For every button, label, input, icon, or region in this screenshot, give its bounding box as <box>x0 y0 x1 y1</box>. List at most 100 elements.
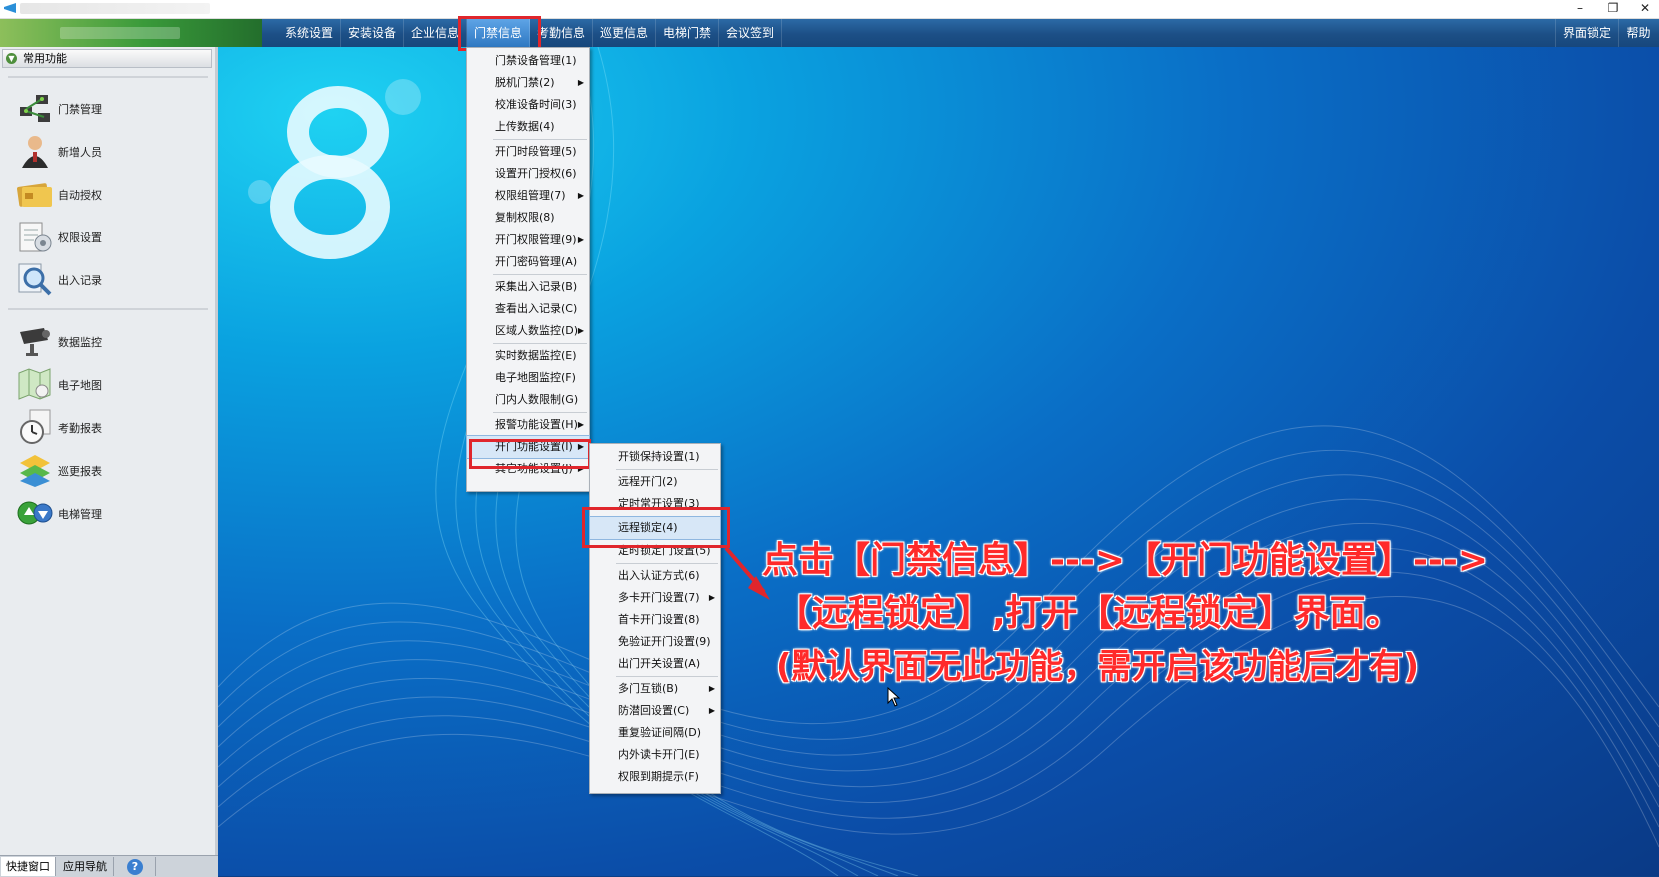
menu-item-label: 权限到期提示(F) <box>618 770 699 783</box>
menu-item-permission-group[interactable]: 权限组管理(7) ▶ <box>467 185 589 207</box>
menu-system-settings[interactable]: 系统设置 <box>278 19 341 47</box>
menu-item-copy-permission[interactable]: 复制权限(8) <box>467 207 589 229</box>
menu-item-label: 出门开关设置(A) <box>618 657 701 670</box>
tab-quick-window[interactable]: 快捷窗口 <box>1 857 56 876</box>
menu-lock-interface[interactable]: 界面锁定 <box>1555 19 1619 47</box>
menu-item-view-records[interactable]: 查看出入记录(C) <box>467 298 589 320</box>
menu-item-in-out-reader[interactable]: 内外读卡开门(E) <box>590 744 720 766</box>
sidebar-item-label: 考勤报表 <box>58 422 102 435</box>
menu-item-label: 实时数据监控(E) <box>495 349 577 362</box>
clock-icon <box>20 409 51 444</box>
sidebar-item-auto-authorize[interactable]: 自动授权 <box>14 175 204 215</box>
menu-item-calibrate-time[interactable]: 校准设备时间(3) <box>467 94 589 116</box>
open-function-submenu: 开锁保持设置(1) 远程开门(2) 定时常开设置(3) 远程锁定(4) 定时锁定… <box>589 443 721 794</box>
sidebar-item-elevator-management[interactable]: 电梯管理 <box>14 494 204 534</box>
menu-item-realtime-monitor[interactable]: 实时数据监控(E) <box>467 345 589 367</box>
close-button[interactable]: ✕ <box>1630 0 1659 18</box>
menu-item-exit-switch[interactable]: 出门开关设置(A) <box>590 653 720 675</box>
sidebar-divider <box>8 308 208 310</box>
collapse-icon: ▼ <box>6 53 17 64</box>
menu-item-first-card[interactable]: 首卡开门设置(8) <box>590 609 720 631</box>
app-icon <box>4 3 16 13</box>
menu-item-label: 免验证开门设置(9) <box>618 635 711 648</box>
submenu-arrow-icon: ▶ <box>577 191 584 200</box>
restore-button[interactable]: ❐ <box>1598 0 1628 18</box>
menu-item-area-count-monitor[interactable]: 区域人数监控(D) ▶ <box>467 320 589 342</box>
menu-item-auth-mode[interactable]: 出入认证方式(6) <box>590 565 720 587</box>
magnifier-icon <box>18 263 52 296</box>
desktop-background <box>218 47 1659 876</box>
instruction-line-3: (默认界面无此功能，需开启该功能后才有) <box>776 647 1420 687</box>
menu-item-label: 防潜回设置(C) <box>618 704 690 717</box>
menu-item-label: 多门互锁(B) <box>618 682 679 695</box>
menu-help[interactable]: 帮助 <box>1618 19 1659 47</box>
logo-eight-icon <box>248 79 421 259</box>
sidebar-item-door-management[interactable]: 门禁管理 <box>14 89 204 129</box>
menu-item-door-permission[interactable]: 开门权限管理(9) ▶ <box>467 229 589 251</box>
menu-item-offline-access[interactable]: 脱机门禁(2) ▶ <box>467 72 589 94</box>
door-network-icon <box>20 95 50 122</box>
menu-item-map-monitor[interactable]: 电子地图监控(F) <box>467 367 589 389</box>
menu-item-label: 开门权限管理(9) <box>495 233 577 246</box>
sidebar-header[interactable]: ▼ 常用功能 <box>2 49 212 68</box>
sidebar-item-label: 门禁管理 <box>58 103 102 116</box>
menu-item-label: 多卡开门设置(7) <box>618 591 700 604</box>
sidebar-item-label: 自动授权 <box>58 189 102 202</box>
company-logo <box>0 19 262 47</box>
menu-item-upload-data[interactable]: 上传数据(4) <box>467 116 589 138</box>
person-icon <box>22 136 48 168</box>
instruction-line-1: 点击【门禁信息】--->【开门功能设置】---> <box>762 540 1488 581</box>
menu-item-interlock[interactable]: 多门互锁(B) ▶ <box>590 678 720 700</box>
sidebar-item-data-monitor[interactable]: 数据监控 <box>14 322 204 362</box>
submenu-arrow-icon: ▶ <box>708 593 715 602</box>
menu-meeting-signin[interactable]: 会议签到 <box>719 19 782 47</box>
menu-item-no-verify-open[interactable]: 免验证开门设置(9) <box>590 631 720 653</box>
sidebar-item-permission-settings[interactable]: 权限设置 <box>14 217 204 257</box>
menu-item-unlock-hold[interactable]: 开锁保持设置(1) <box>590 446 720 468</box>
menu-install-device[interactable]: 安装设备 <box>341 19 404 47</box>
menu-item-time-period[interactable]: 开门时段管理(5) <box>467 141 589 163</box>
menu-item-device-management[interactable]: 门禁设备管理(1) <box>467 50 589 72</box>
menu-item-label: 区域人数监控(D) <box>495 324 579 337</box>
sidebar-bottom-tabs: 快捷窗口 应用导航 ? <box>0 855 218 877</box>
sidebar-item-label: 数据监控 <box>58 336 102 349</box>
menu-item-label: 电子地图监控(F) <box>495 371 576 384</box>
menu-item-open-authorization[interactable]: 设置开门授权(6) <box>467 163 589 185</box>
submenu-arrow-icon: ▶ <box>577 420 584 429</box>
menu-item-repeat-verify-interval[interactable]: 重复验证间隔(D) <box>590 722 720 744</box>
minimize-button[interactable]: – <box>1565 0 1595 18</box>
menu-item-alarm-settings[interactable]: 报警功能设置(H) ▶ <box>467 414 589 436</box>
menu-item-collect-records[interactable]: 采集出入记录(B) <box>467 276 589 298</box>
tab-help[interactable]: ? <box>115 857 156 876</box>
menu-item-occupancy-limit[interactable]: 门内人数限制(G) <box>467 389 589 411</box>
menu-item-multi-card[interactable]: 多卡开门设置(7) ▶ <box>590 587 720 609</box>
title-bar: – ❐ ✕ <box>0 0 1659 19</box>
mouse-cursor-icon <box>887 687 901 707</box>
sidebar-item-patrol-report[interactable]: 巡更报表 <box>14 451 204 491</box>
sidebar-item-add-person[interactable]: 新增人员 <box>14 132 204 172</box>
menu-item-remote-open[interactable]: 远程开门(2) <box>590 471 720 493</box>
menu-elevator[interactable]: 电梯门禁 <box>656 19 719 47</box>
menu-item-label: 出入认证方式(6) <box>618 569 700 582</box>
menu-separator <box>616 676 718 677</box>
menu-item-anti-passback[interactable]: 防潜回设置(C) ▶ <box>590 700 720 722</box>
elevator-icon <box>17 501 53 525</box>
sidebar-item-label: 电子地图 <box>58 379 102 392</box>
sidebar-item-label: 权限设置 <box>58 231 102 244</box>
tab-app-navigation[interactable]: 应用导航 <box>57 857 114 876</box>
menu-item-label: 首卡开门设置(8) <box>618 613 700 626</box>
sidebar-item-attendance-report[interactable]: 考勤报表 <box>14 408 204 448</box>
menu-item-permission-expiry[interactable]: 权限到期提示(F) <box>590 766 720 788</box>
menu-separator <box>616 563 718 564</box>
menu-item-door-password[interactable]: 开门密码管理(A) <box>467 251 589 273</box>
card-icon <box>17 183 52 207</box>
sidebar-item-access-records[interactable]: 出入记录 <box>14 260 204 300</box>
menu-item-label: 复制权限(8) <box>495 211 555 224</box>
help-icon: ? <box>127 859 143 875</box>
submenu-arrow-icon: ▶ <box>577 78 584 87</box>
menu-patrol[interactable]: 巡更信息 <box>593 19 656 47</box>
sidebar-item-e-map[interactable]: 电子地图 <box>14 365 204 405</box>
menu-separator <box>493 412 587 413</box>
menu-item-label: 校准设备时间(3) <box>495 98 577 111</box>
menu-item-label: 门内人数限制(G) <box>495 393 579 406</box>
